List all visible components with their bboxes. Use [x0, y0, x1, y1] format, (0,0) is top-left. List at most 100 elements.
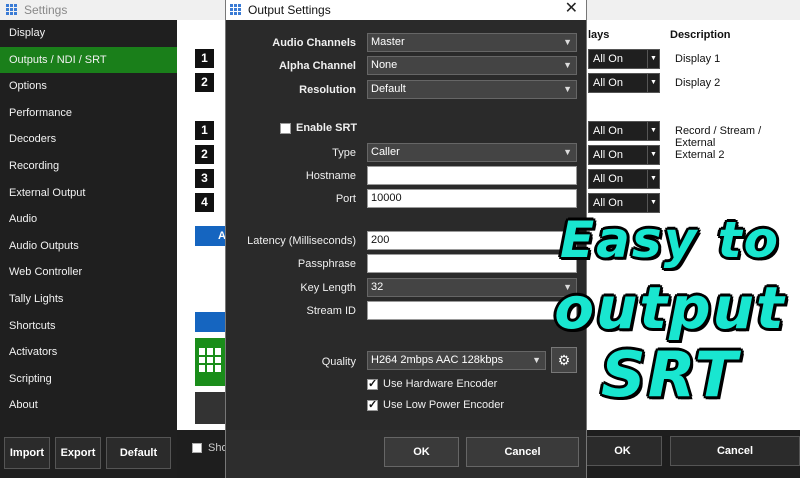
quality-label: Quality — [321, 356, 356, 368]
output-settings-dialog: Output Settings ✕ Audio Channels Master ▼… — [225, 0, 587, 478]
sidebar-item-recording[interactable]: Recording — [0, 153, 177, 180]
low-power-encoder-checkbox[interactable] — [367, 398, 378, 411]
partial-blue-button[interactable]: A — [195, 226, 226, 246]
resolution-select[interactable]: Default ▼ — [367, 80, 577, 99]
show-checkbox[interactable] — [192, 443, 202, 453]
port-label: Port — [335, 193, 356, 205]
port-input[interactable]: 10000 — [367, 189, 577, 208]
dropdown-arrow-icon: ▼ — [647, 146, 659, 164]
overlay-text-line2: output — [554, 274, 786, 342]
sidebar-item-audio[interactable]: Audio — [0, 206, 177, 233]
app-grid-icon — [6, 4, 18, 16]
sidebar-item-display[interactable]: Display — [0, 20, 177, 47]
output-row-number: 2 — [195, 145, 214, 164]
sidebar-item-options[interactable]: Options — [0, 73, 177, 100]
output-overlay-select[interactable]: All On ▼ — [588, 169, 660, 189]
alpha-channel-value: None — [371, 59, 398, 71]
key-length-value: 32 — [371, 281, 384, 293]
output-row-description: External 2 — [675, 149, 725, 161]
output-overlay-select[interactable]: All On ▼ — [588, 121, 660, 141]
sidebar-item-tally-lights[interactable]: Tally Lights — [0, 286, 177, 313]
display-row-description: Display 1 — [675, 53, 721, 65]
overlay-select-value: All On — [593, 125, 623, 137]
export-button[interactable]: Export — [55, 437, 101, 469]
default-button[interactable]: Default — [106, 437, 171, 469]
overlay-select-value: All On — [593, 149, 623, 161]
sidebar-button-bar: Import Export Default — [0, 437, 177, 469]
sidebar-item-web-controller[interactable]: Web Controller — [0, 259, 177, 286]
display-row-number: 1 — [195, 49, 214, 68]
dialog-ok-button[interactable]: OK — [384, 437, 459, 467]
close-icon[interactable]: ✕ — [565, 0, 578, 18]
sidebar-item-decoders[interactable]: Decoders — [0, 126, 177, 153]
sidebar-item-scripting[interactable]: Scripting — [0, 366, 177, 393]
sidebar-item-audio-outputs[interactable]: Audio Outputs — [0, 233, 177, 260]
enable-srt-checkbox[interactable] — [280, 123, 291, 134]
dark-tile — [195, 392, 225, 424]
settings-cancel-button[interactable]: Cancel — [670, 436, 800, 466]
partial-blue-bar[interactable] — [195, 312, 225, 332]
hostname-input[interactable] — [367, 166, 577, 185]
overlay-select-value: All On — [593, 173, 623, 185]
sidebar-item-performance[interactable]: Performance — [0, 100, 177, 127]
stream-id-label: Stream ID — [306, 305, 356, 317]
settings-ok-button[interactable]: OK — [583, 436, 662, 466]
app-grid-icon — [230, 4, 242, 16]
alpha-channel-label: Alpha Channel — [278, 60, 356, 72]
settings-window-title: Settings — [24, 3, 68, 17]
display-row-number: 2 — [195, 73, 214, 92]
dropdown-arrow-icon: ▼ — [647, 170, 659, 188]
description-column-header: Description — [670, 29, 731, 41]
resolution-label: Resolution — [299, 84, 356, 96]
sidebar-item-shortcuts[interactable]: Shortcuts — [0, 313, 177, 340]
overlay-select-value: All On — [593, 197, 623, 209]
resolution-value: Default — [371, 83, 406, 95]
passphrase-label: Passphrase — [297, 258, 356, 270]
settings-sidebar: Display Outputs / NDI / SRT Options Perf… — [0, 20, 177, 478]
enable-srt-label: Enable SRT — [296, 122, 358, 134]
import-button[interactable]: Import — [4, 437, 50, 469]
alpha-channel-select[interactable]: None ▼ — [367, 56, 577, 75]
display-overlay-select[interactable]: All On ▼ — [588, 49, 660, 69]
chevron-down-icon: ▼ — [563, 147, 572, 157]
chevron-down-icon: ▼ — [563, 37, 572, 47]
low-power-encoder-label: Use Low Power Encoder — [383, 399, 505, 411]
quality-value: H264 2mbps AAC 128kbps — [371, 354, 504, 366]
type-select[interactable]: Caller ▼ — [367, 143, 577, 162]
hostname-label: Hostname — [305, 170, 356, 182]
audio-channels-label: Audio Channels — [272, 37, 356, 49]
audio-channels-value: Master — [371, 36, 405, 48]
output-overlay-select[interactable]: All On ▼ — [588, 145, 660, 165]
dropdown-arrow-icon: ▼ — [647, 74, 659, 92]
audio-channels-select[interactable]: Master ▼ — [367, 33, 577, 52]
overlays-column-header: lays — [588, 29, 610, 41]
dialog-body: Audio Channels Master ▼ Alpha Channel Non… — [226, 20, 586, 430]
dropdown-arrow-icon: ▼ — [647, 50, 659, 68]
display-row-description: Display 2 — [675, 77, 721, 89]
dialog-title: Output Settings — [248, 3, 331, 17]
overlay-select-value: All On — [593, 77, 623, 89]
sidebar-item-about[interactable]: About — [0, 392, 177, 419]
sidebar-item-activators[interactable]: Activators — [0, 339, 177, 366]
dialog-cancel-button[interactable]: Cancel — [466, 437, 579, 467]
output-row-number: 4 — [195, 193, 214, 212]
output-row-number: 3 — [195, 169, 214, 188]
overlay-text-line1: Easy to — [560, 211, 780, 269]
output-row-number: 1 — [195, 121, 214, 140]
display-overlay-select[interactable]: All On ▼ — [588, 73, 660, 93]
dialog-titlebar: Output Settings ✕ — [226, 0, 586, 20]
dropdown-arrow-icon: ▼ — [647, 122, 659, 140]
chevron-down-icon: ▼ — [563, 60, 572, 70]
key-length-label: Key Length — [300, 282, 356, 294]
output-row-description: Record / Stream / External — [675, 125, 762, 149]
sidebar-item-external-output[interactable]: External Output — [0, 180, 177, 207]
sidebar-item-outputs[interactable]: Outputs / NDI / SRT — [0, 46, 177, 74]
spreadsheet-icon[interactable] — [195, 338, 225, 386]
chevron-down-icon: ▼ — [563, 84, 572, 94]
overlay-text-line3: SRT — [601, 338, 739, 411]
type-label: Type — [332, 147, 356, 159]
quality-select[interactable]: H264 2mbps AAC 128kbps ▼ — [367, 351, 546, 370]
hardware-encoder-checkbox[interactable] — [367, 377, 378, 390]
overlay-select-value: All On — [593, 53, 623, 65]
hardware-encoder-label: Use Hardware Encoder — [383, 378, 498, 390]
